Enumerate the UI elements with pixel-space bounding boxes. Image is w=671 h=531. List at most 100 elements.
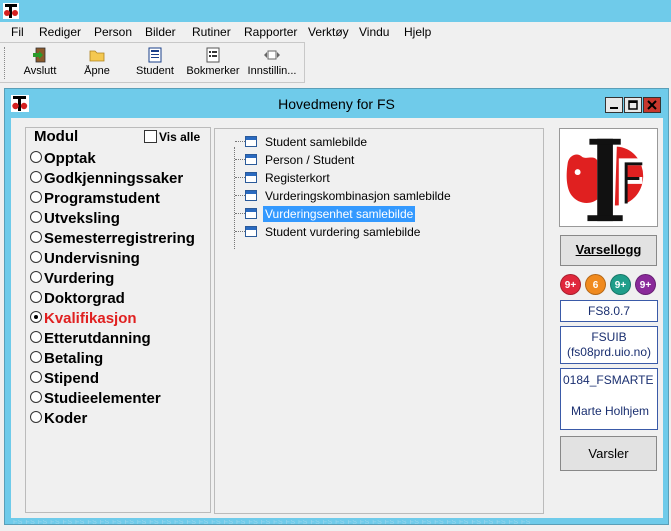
modul-radio-semesterregistrering[interactable]: Semesterregistrering [30, 230, 195, 250]
modul-radio-koder[interactable]: Koder [30, 410, 87, 430]
varsellogg-label: Varsellogg [575, 242, 642, 257]
badge-teal[interactable]: 9+ [610, 274, 631, 295]
modul-panel: Modul Vis alle Opptak Godkjenningssaker Pr… [25, 127, 211, 513]
modul-radio-label: Stipend [44, 370, 99, 387]
radio-button[interactable] [30, 191, 42, 203]
modul-radio-betaling[interactable]: Betaling [30, 350, 103, 370]
modul-radio-label: Programstudent [44, 190, 160, 207]
tree-branch [235, 213, 245, 214]
modul-radio-utveksling[interactable]: Utveksling [30, 210, 120, 230]
modul-radio-etterutdanning[interactable]: Etterutdanning [30, 330, 151, 350]
hovedmeny-window: Hovedmeny for FS Modul Vis alle Opptak G… [4, 88, 669, 526]
vis-alle-label: Vis alle [159, 130, 201, 144]
badge-red[interactable]: 9+ [560, 274, 581, 295]
student-button[interactable]: Student [132, 46, 178, 82]
badge-orange[interactable]: 6 [585, 274, 606, 295]
tree-branch [235, 141, 245, 142]
modul-radio-vurdering[interactable]: Vurdering [30, 270, 114, 290]
radio-button[interactable] [30, 411, 42, 423]
menu-verktoy[interactable]: Verktøy [308, 25, 349, 39]
modul-radio-label: Vurdering [44, 270, 115, 287]
status-strip: FS FS FS FS FS FS FS FS FS FS FS FS FS F… [13, 520, 531, 526]
apne-button[interactable]: Åpne [74, 46, 120, 82]
modul-radio-doktorgrad[interactable]: Doktorgrad [30, 290, 125, 310]
version-box: FS8.0.7 [560, 300, 658, 322]
modul-radio-undervisning[interactable]: Undervisning [30, 250, 140, 270]
menu-bilder[interactable]: Bilder [145, 25, 176, 39]
modul-radio-studieelementer[interactable]: Studieelementer [30, 390, 161, 410]
modul-title: Modul [34, 128, 79, 145]
tree-item-label: Student samlebilde [265, 135, 368, 149]
database-name: FSUIB [591, 330, 627, 344]
modul-radio-kvalifikasjon[interactable]: Kvalifikasjon [30, 310, 137, 330]
tree-item[interactable]: Vurderingsenhet samlebilde [235, 206, 416, 224]
menu-rediger[interactable]: Rediger [39, 25, 81, 39]
app-titlebar [0, 0, 671, 22]
exit-door-icon [33, 47, 46, 63]
form-window-icon [245, 226, 257, 237]
menu-fil[interactable]: Fil [11, 25, 24, 39]
maximize-icon [628, 100, 638, 110]
innstillinger-button[interactable]: Innstillin... [246, 46, 298, 82]
bookmarks-icon [206, 47, 220, 63]
varsler-label: Varsler [588, 446, 629, 461]
tree-item[interactable]: Student vurdering samlebilde [235, 225, 422, 242]
radio-button[interactable] [30, 291, 42, 303]
vis-alle-check-box[interactable] [144, 130, 157, 143]
close-icon [647, 100, 657, 110]
radio-button[interactable] [30, 391, 42, 403]
avslutt-button[interactable]: Avslutt [18, 46, 62, 82]
varsler-button[interactable]: Varsler [560, 436, 657, 471]
modul-radio-stipend[interactable]: Stipend [30, 370, 99, 390]
database-box: FSUIB (fs08prd.uio.no) [560, 326, 658, 364]
tree-item[interactable]: Person / Student [235, 153, 356, 170]
modul-radio-programstudent[interactable]: Programstudent [30, 190, 160, 210]
database-host: (fs08prd.uio.no) [566, 345, 652, 359]
radio-button[interactable] [30, 211, 42, 223]
menu-hjelp[interactable]: Hjelp [404, 25, 431, 39]
vis-alle-checkbox[interactable]: Vis alle [144, 130, 200, 144]
modul-radio-label: Koder [44, 410, 88, 427]
modul-radio-label: Betaling [44, 350, 104, 367]
menu-vindu[interactable]: Vindu [359, 25, 389, 39]
modul-radio-opptak[interactable]: Opptak [30, 150, 96, 170]
tree-branch [235, 195, 245, 196]
bokmerker-button[interactable]: Bokmerker [186, 46, 240, 82]
menu-bar: Fil Rediger Person Bilder Rutiner Rappor… [0, 22, 671, 42]
version-label: FS8.0.7 [587, 304, 631, 318]
tree-item[interactable]: Registerkort [235, 171, 332, 188]
settings-icon [264, 50, 280, 60]
user-code: 0184_FSMARTE [563, 373, 654, 387]
varsellogg-button[interactable]: Varsellogg [560, 235, 657, 266]
window-title: Hovedmeny for FS [278, 96, 395, 112]
close-button[interactable] [643, 97, 661, 113]
radio-button[interactable] [30, 311, 42, 323]
radio-button[interactable] [30, 351, 42, 363]
radio-button[interactable] [30, 251, 42, 263]
form-window-icon [245, 154, 257, 165]
radio-button[interactable] [30, 231, 42, 243]
modul-radio-label: Etterutdanning [44, 330, 151, 347]
form-window-icon [245, 172, 257, 183]
radio-button[interactable] [30, 151, 42, 163]
tree-item[interactable]: Vurderingskombinasjon samlebilde [235, 189, 453, 206]
menu-person[interactable]: Person [94, 25, 132, 39]
avslutt-label: Avslutt [23, 65, 57, 77]
radio-button[interactable] [30, 271, 42, 283]
student-form-icon [148, 47, 162, 63]
radio-button[interactable] [30, 371, 42, 383]
modul-radio-label: Undervisning [44, 250, 140, 267]
modul-radio-label: Kvalifikasjon [44, 310, 137, 327]
minimize-button[interactable] [605, 97, 623, 113]
maximize-button[interactable] [624, 97, 642, 113]
radio-button[interactable] [30, 171, 42, 183]
tree-item[interactable]: Student samlebilde [235, 135, 369, 152]
window-titlebar[interactable]: Hovedmeny for FS [5, 89, 668, 117]
modul-radio-label: Utveksling [44, 210, 120, 227]
toolbar-grip[interactable] [4, 47, 7, 79]
badge-purple[interactable]: 9+ [635, 274, 656, 295]
menu-rapporter[interactable]: Rapporter [244, 25, 297, 39]
menu-rutiner[interactable]: Rutiner [192, 25, 231, 39]
modul-radio-godkjenningssaker[interactable]: Godkjenningssaker [30, 170, 183, 190]
radio-button[interactable] [30, 331, 42, 343]
